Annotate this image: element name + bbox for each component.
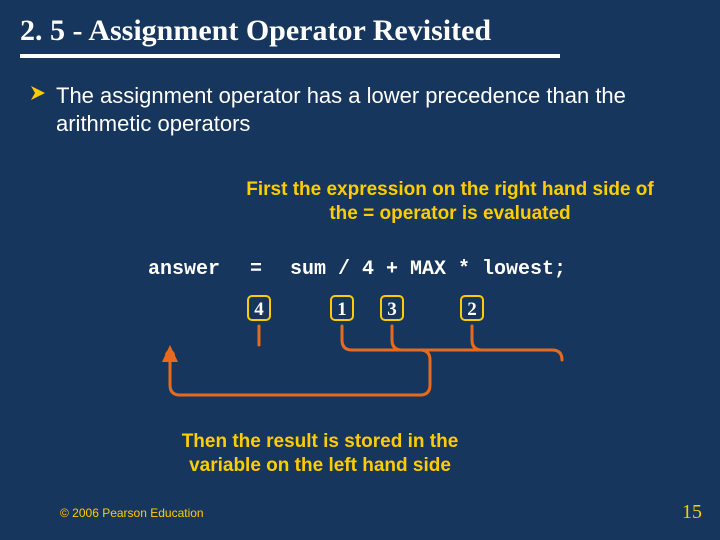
slide: 2. 5 - Assignment Operator Revisited The… — [0, 0, 720, 540]
copyright-text: © 2006 Pearson Education — [60, 506, 204, 520]
order-box-4: 4 — [247, 295, 271, 321]
order-box-2: 2 — [460, 295, 484, 321]
bullet-item: The assignment operator has a lower prec… — [30, 82, 680, 137]
slide-title: 2. 5 - Assignment Operator Revisited — [20, 14, 491, 48]
order-box-3: 3 — [380, 295, 404, 321]
code-rhs: sum / 4 + MAX * lowest; — [290, 258, 566, 281]
code-answer: answer — [148, 258, 220, 281]
page-number: 15 — [682, 501, 702, 524]
caption-top: First the expression on the right hand s… — [240, 178, 660, 226]
title-underline — [20, 54, 560, 58]
caption-bottom: Then the result is stored in the variabl… — [150, 430, 490, 478]
bullet-text: The assignment operator has a lower prec… — [56, 82, 680, 137]
order-box-1: 1 — [330, 295, 354, 321]
code-equals: = — [250, 258, 262, 281]
bullet-arrow-icon — [30, 85, 46, 101]
